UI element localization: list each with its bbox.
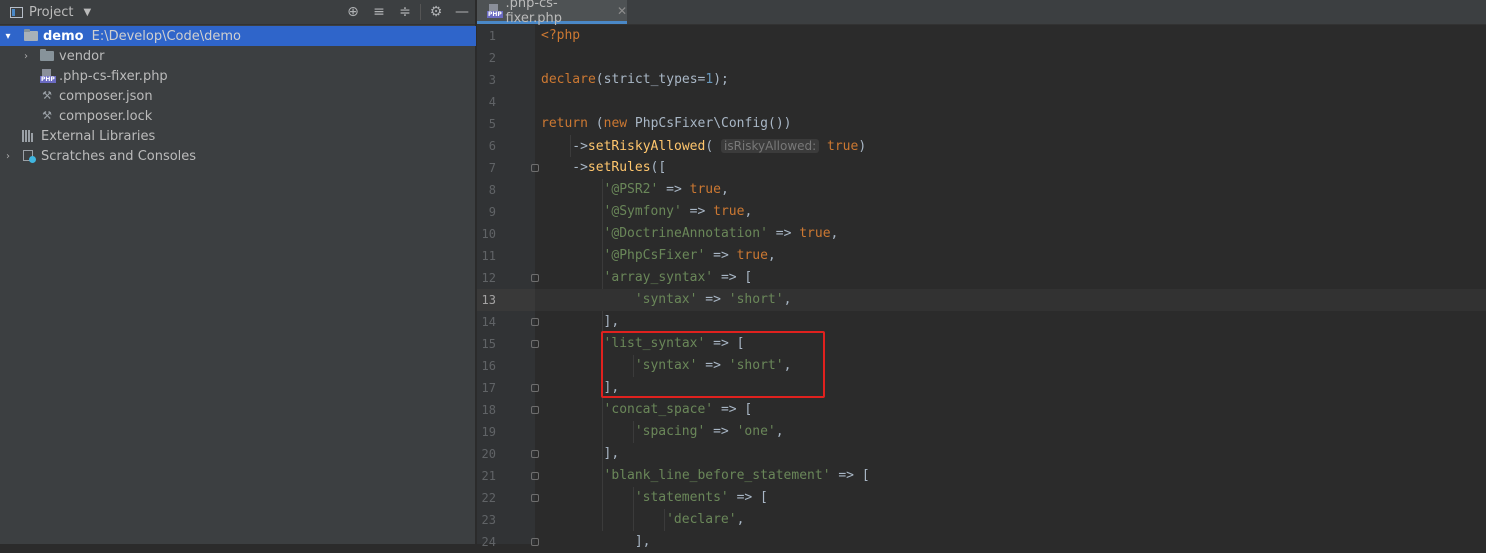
line-number: 22 [481,491,496,505]
tree-item-vendor[interactable]: › vendor [0,46,476,66]
code-line: '@PhpCsFixer' => true, [603,248,776,263]
code-line: ->setRules([ [572,160,667,175]
tree-item-php-cs-fixer[interactable]: .php-cs-fixer.php [0,66,476,86]
line-number: 16 [481,359,496,373]
line-number: 24 [481,535,496,549]
editor-tab-bar: .php-cs-fixer.php ✕ [477,0,1486,26]
tree-item-label: Scratches and Consoles [41,148,197,164]
code-line: '@DoctrineAnnotation' => true, [603,226,839,241]
tree-item-label: composer.lock [59,108,153,124]
project-title[interactable]: Project [29,5,73,20]
tree-item-demo[interactable]: ▾ demo E:\Develop\Code\demo [0,26,476,46]
code-editor[interactable]: <?php declare(strict_types=1);return (new… [535,25,1486,549]
tree-item-label: composer.json [59,88,153,104]
line-number: 11 [481,249,496,263]
tab-label: .php-cs-fixer.php [505,0,562,26]
code-line: ], [603,446,620,461]
project-toolbar: Project ▼ ⊕ ≡ ≑ ⚙ — [0,0,475,25]
gear-icon[interactable]: ⚙ [423,0,449,24]
line-number: 18 [481,403,496,417]
line-number: 4 [488,95,496,109]
code-line: 'statements' => [ [634,490,768,505]
line-number: 13 [481,293,496,307]
editor-area: .php-cs-fixer.php ✕ 12345678910111213141… [477,0,1486,549]
line-number: 15 [481,337,496,351]
code-line: 'spacing' => 'one', [634,424,784,439]
tree-item-composer-lock[interactable]: ⚒ composer.lock [0,106,476,126]
tab-php-cs-fixer[interactable]: .php-cs-fixer.php ✕ [477,0,627,26]
code-line: '@PSR2' => true, [603,182,729,197]
code-line: <?php [541,28,581,43]
hide-icon[interactable]: — [449,0,475,24]
line-number: 21 [481,469,496,483]
close-icon[interactable]: ✕ [617,4,627,18]
locate-icon[interactable]: ⊕ [340,0,366,24]
code-line: 'syntax' => 'short', [634,292,792,307]
library-icon [22,130,36,142]
chevron-right-icon[interactable]: › [20,51,32,62]
json-file-icon: ⚒ [42,89,52,102]
line-number: 14 [481,315,496,329]
line-number: 7 [488,161,496,175]
line-number: 8 [488,183,496,197]
project-panel: Project ▼ ⊕ ≡ ≑ ⚙ — ▾ demo E:\Develop\Co… [0,0,476,544]
tree-item-external-libraries[interactable]: External Libraries [0,126,476,146]
tree-item-composer-json[interactable]: ⚒ composer.json [0,86,476,106]
project-path: E:\Develop\Code\demo [91,28,242,44]
tree-item-label: .php-cs-fixer.php [59,68,168,84]
line-number: 9 [488,205,496,219]
php-file-icon [40,69,56,83]
line-number: 6 [488,139,496,153]
code-line: 'blank_line_before_statement' => [ [603,468,870,483]
lock-file-icon: ⚒ [42,109,52,122]
code-line: declare(strict_types=1); [541,72,729,87]
line-number: 5 [488,117,496,131]
folder-icon [40,49,54,61]
toolbar-divider [420,4,421,20]
expand-all-icon[interactable]: ≡ [366,0,392,24]
line-number: 10 [481,227,496,241]
folder-icon [24,29,38,41]
collapse-all-icon[interactable]: ≑ [392,0,418,24]
chevron-right-icon[interactable]: › [2,151,14,162]
line-number: 19 [481,425,496,439]
line-number: 23 [481,513,496,527]
code-line: '@Symfony' => true, [603,204,753,219]
tree-item-scratches[interactable]: › Scratches and Consoles [0,146,476,166]
project-icon [10,6,23,18]
code-line: 'declare', [666,512,745,527]
line-number-gutter: 1 2 3 4 5 6 7 8 9 10 11 12 13 14 15 16 17 18 19 20 21 22 23 24 [477,25,539,549]
line-number: 17 [481,381,496,395]
php-file-icon [487,3,504,18]
line-number: 2 [488,51,496,65]
scratches-icon [22,149,36,163]
tree-item-label: External Libraries [41,128,156,144]
line-number: 1 [488,29,496,43]
code-line: ->setRiskyAllowed( isRiskyAllowed: true) [572,139,867,154]
code-line: ], [603,314,620,329]
code-line: 'concat_space' => [ [603,402,753,417]
tree-item-label: vendor [59,48,105,64]
code-line: ], [634,534,651,549]
line-number: 3 [488,73,496,87]
line-number: 12 [481,271,496,285]
code-line: return (new PhpCsFixer\Config()) [541,116,792,131]
project-toolbar-actions: ⊕ ≡ ≑ ⚙ — [340,0,475,24]
chevron-down-icon[interactable]: ▼ [83,7,91,18]
code-line: 'array_syntax' => [ [603,270,753,285]
chevron-down-icon[interactable]: ▾ [2,31,14,42]
tree-item-label: demo [43,28,84,44]
highlight-box [601,331,825,398]
line-number: 20 [481,447,496,461]
